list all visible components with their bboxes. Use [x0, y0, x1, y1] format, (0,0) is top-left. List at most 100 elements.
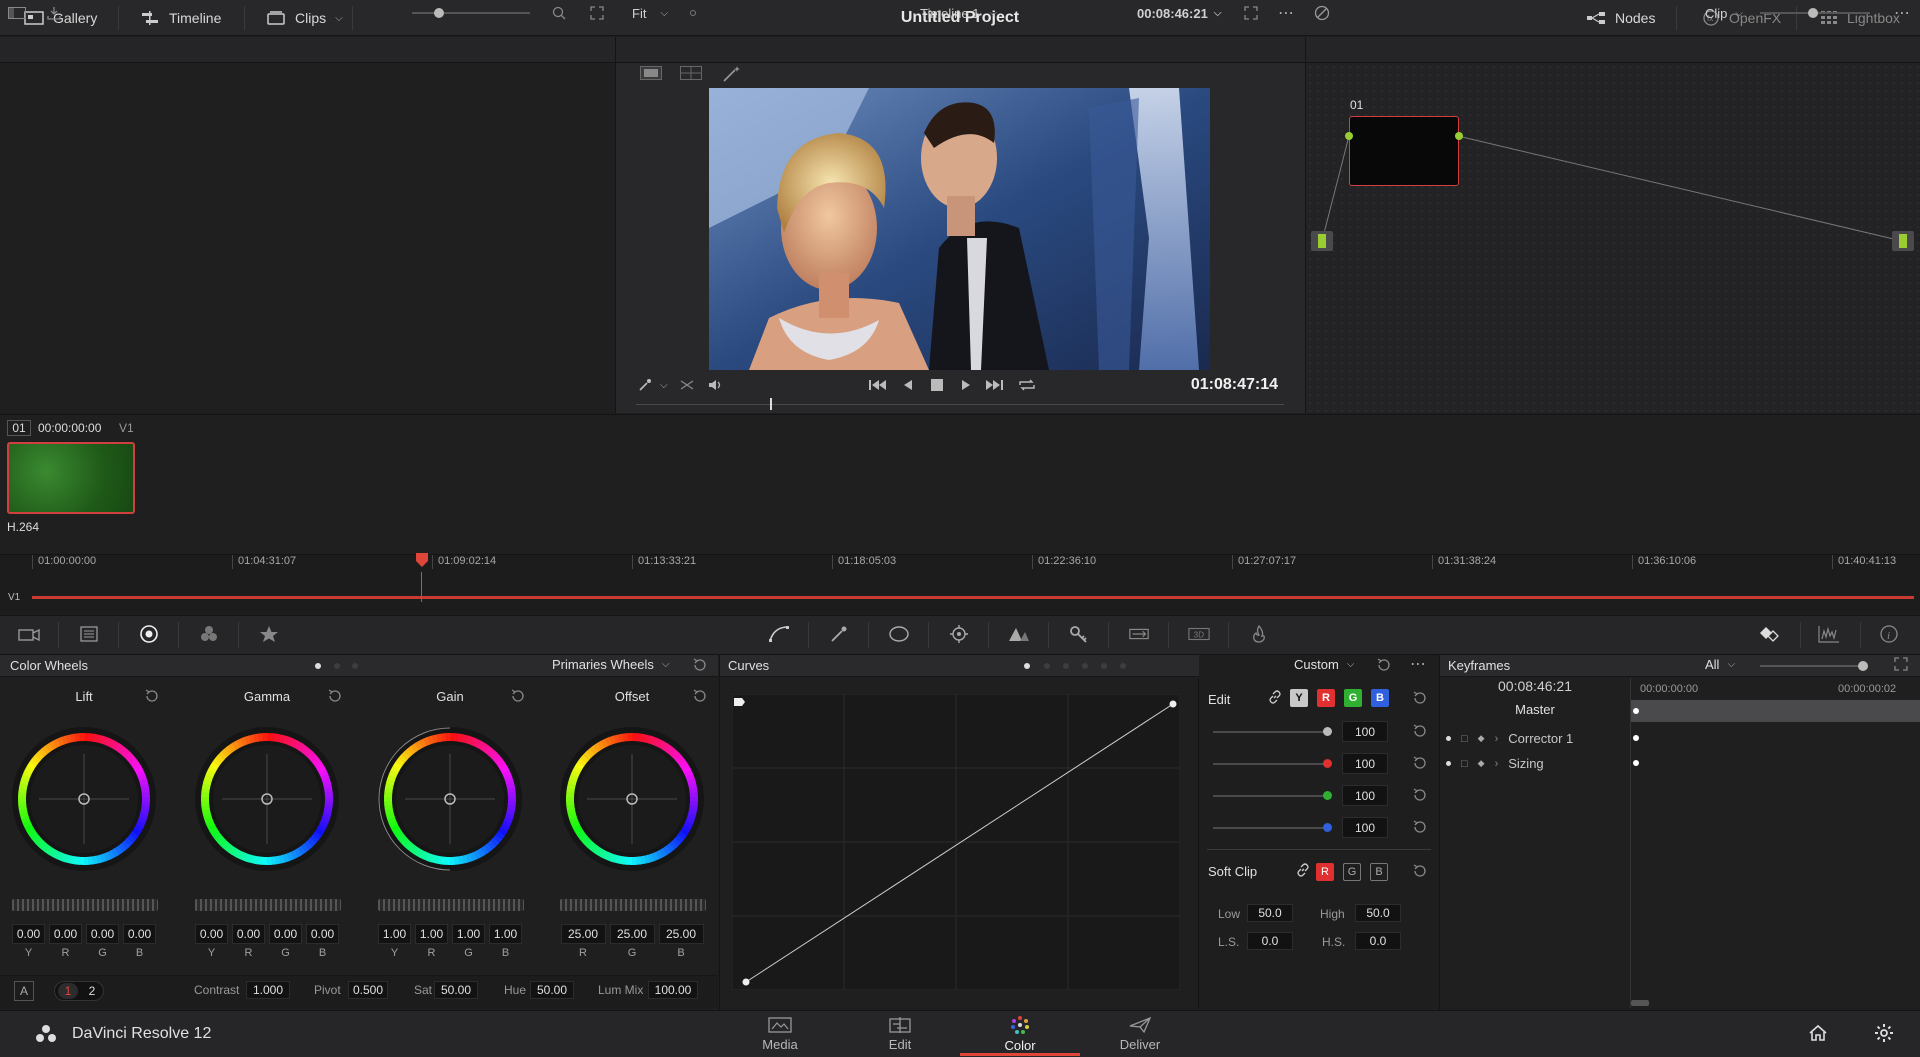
wheel-value-field[interactable]: 1.00 — [378, 924, 411, 944]
scopes-tool[interactable] — [1818, 623, 1840, 645]
node-mode-dropdown[interactable]: Clip ⌵ — [1705, 0, 1743, 26]
fit-dropdown[interactable]: Fit ⌵ — [632, 0, 668, 26]
page-dot[interactable] — [1063, 663, 1069, 669]
settings-button[interactable] — [1874, 1023, 1894, 1043]
node-input-dot[interactable] — [1345, 132, 1353, 140]
reset-channel-button[interactable] — [1412, 723, 1428, 739]
page-tab-media[interactable]: Media — [740, 1010, 820, 1057]
hs-field[interactable]: 0.0 — [1355, 932, 1401, 950]
timeline-clip-bar[interactable] — [32, 596, 1914, 599]
wheel-value-field[interactable]: 0.00 — [269, 924, 302, 944]
wheel-value-field[interactable]: 1.00 — [489, 924, 522, 944]
curve-intensity-field[interactable]: 100 — [1342, 817, 1388, 838]
node-more-button[interactable]: ⋯ — [1894, 0, 1910, 26]
sizing-tool[interactable] — [1128, 623, 1150, 645]
page-tab-deliver[interactable]: Deliver — [1100, 1010, 1180, 1057]
reverse-play-button[interactable] — [902, 378, 914, 392]
reset-wheel-button[interactable] — [327, 688, 343, 704]
curve-intensity-slider[interactable] — [1213, 791, 1332, 800]
soft-clip-link-button[interactable] — [1296, 863, 1310, 877]
color-match-tool[interactable] — [78, 623, 100, 645]
play-button[interactable] — [960, 378, 972, 392]
soft-clip-channel-button[interactable]: G — [1343, 863, 1361, 881]
gallery-view-toggle[interactable] — [8, 0, 26, 26]
bypass-button[interactable] — [1314, 0, 1330, 26]
wheel-value-field[interactable]: 0.00 — [306, 924, 339, 944]
reset-soft-clip-button[interactable] — [1412, 863, 1428, 879]
page-dot[interactable] — [1120, 663, 1126, 669]
keyframe-track-corrector[interactable]: □ ◆ › Corrector 1 — [1446, 731, 1573, 746]
keyframe-diamond-icon[interactable]: ◆ — [1478, 758, 1485, 769]
curves-mode-dropdown[interactable]: Custom ⌵ — [1294, 657, 1354, 672]
master-wheel-jog[interactable] — [560, 899, 706, 911]
split-viewer-button[interactable] — [680, 66, 704, 82]
wheel-value-field[interactable]: 25.00 — [609, 924, 655, 944]
lock-icon[interactable]: □ — [1461, 733, 1468, 745]
curve-intensity-field[interactable]: 100 — [1342, 721, 1388, 742]
playhead-icon[interactable] — [414, 553, 430, 569]
timeline-button[interactable]: Timeline — [140, 0, 221, 36]
link-button[interactable] — [1268, 690, 1282, 704]
wheel-value-field[interactable]: 0.00 — [86, 924, 119, 944]
page-dot-active[interactable] — [1024, 663, 1030, 669]
keyframe-dot[interactable] — [1633, 760, 1639, 766]
scrubber-track[interactable] — [636, 404, 1284, 405]
reset-channel-button[interactable] — [1412, 755, 1428, 771]
slider-handle[interactable] — [434, 8, 444, 18]
page-tab-edit[interactable]: Edit — [860, 1010, 940, 1057]
slider-handle[interactable] — [1323, 791, 1332, 800]
page-dot[interactable] — [1044, 663, 1050, 669]
picker-button[interactable] — [638, 378, 652, 392]
curve-intensity-field[interactable]: 100 — [1342, 753, 1388, 774]
page-tab-color[interactable]: Color — [960, 1010, 1080, 1057]
master-wheel-jog[interactable] — [195, 899, 341, 911]
reset-curves-button[interactable] — [1376, 657, 1392, 673]
viewer-options-dot[interactable] — [690, 0, 696, 26]
lock-icon[interactable]: □ — [1461, 758, 1468, 770]
wheel-value-field[interactable]: 1.00 — [415, 924, 448, 944]
stop-button[interactable] — [930, 378, 944, 392]
qualifier-tool[interactable] — [828, 623, 850, 645]
rgb-mixer-tool[interactable] — [198, 623, 220, 645]
soft-clip-channel-button[interactable]: R — [1316, 863, 1334, 881]
curve-intensity-slider[interactable] — [1213, 727, 1332, 736]
data-burn-tool[interactable] — [1248, 623, 1270, 645]
go-to-start-button[interactable] — [868, 378, 888, 392]
ls-field[interactable]: 0.0 — [1247, 932, 1293, 950]
node-zoom-slider[interactable] — [1760, 0, 1870, 26]
clips-button[interactable]: Clips ⌵ — [266, 0, 343, 36]
clip-thumbnail[interactable] — [7, 442, 135, 514]
camera-raw-tool[interactable] — [18, 623, 40, 645]
curve-intensity-field[interactable]: 100 — [1342, 785, 1388, 806]
reset-wheel-button[interactable] — [692, 688, 708, 704]
curves-tool[interactable] — [768, 623, 790, 645]
color-wheel[interactable] — [192, 724, 342, 874]
reset-channel-button[interactable] — [1412, 787, 1428, 803]
corrector-node[interactable] — [1349, 116, 1459, 186]
curve-channel-button[interactable]: R — [1317, 689, 1335, 707]
lum-mix-field[interactable]: 100.00 — [648, 981, 698, 999]
high-field[interactable]: 50.0 — [1355, 904, 1401, 922]
color-wheels-tool[interactable] — [138, 623, 160, 645]
output-node[interactable] — [1892, 231, 1914, 251]
soft-clip-channel-button[interactable]: B — [1370, 863, 1388, 881]
key-tool[interactable] — [1068, 623, 1090, 645]
single-viewer-button[interactable] — [640, 66, 664, 82]
audio-button[interactable] — [708, 378, 724, 392]
curve-intensity-slider[interactable] — [1213, 823, 1332, 832]
page-1-button[interactable]: 1 — [58, 983, 78, 999]
page-dot[interactable] — [1101, 663, 1107, 669]
slider-handle[interactable] — [1323, 727, 1332, 736]
slider-handle[interactable] — [1323, 759, 1332, 768]
source-input-node[interactable] — [1311, 231, 1333, 251]
reset-channel-button[interactable] — [1412, 819, 1428, 835]
wheel-value-field[interactable]: 25.00 — [658, 924, 704, 944]
stereo-3d-tool[interactable]: 3D — [1188, 623, 1210, 645]
curve-channel-button[interactable]: Y — [1290, 689, 1308, 707]
keyframes-panel-tool[interactable] — [1758, 623, 1780, 645]
page-dot[interactable] — [334, 663, 340, 669]
keyframe-track-master[interactable]: Master — [1440, 702, 1630, 717]
gallery-expand-button[interactable] — [590, 0, 604, 26]
keyframe-diamond-icon[interactable]: ◆ — [1478, 733, 1485, 744]
page-dot[interactable] — [1082, 663, 1088, 669]
